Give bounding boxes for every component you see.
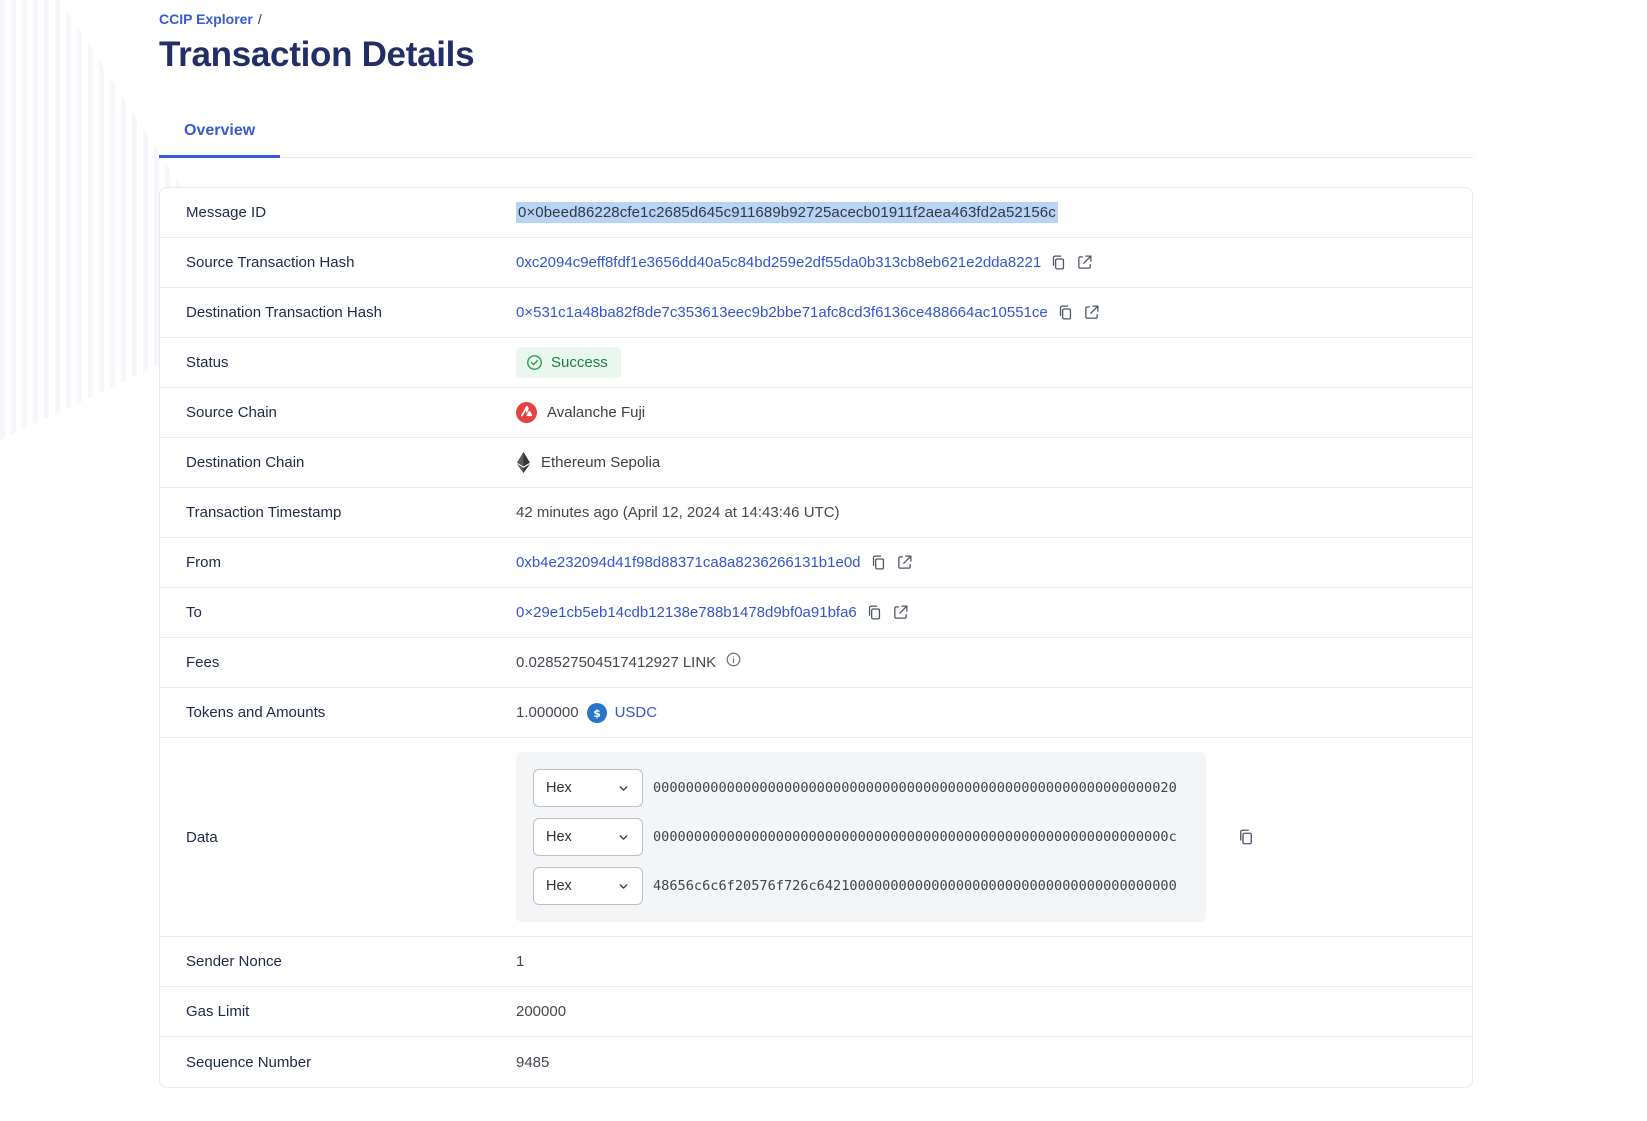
table-row-status: Status Success bbox=[160, 338, 1472, 388]
breadcrumb-ccip-explorer-link[interactable]: CCIP Explorer bbox=[159, 11, 253, 27]
copy-icon[interactable] bbox=[1237, 828, 1255, 846]
table-row-message-id: Message ID 0×0beed86228cfe1c2685d645c911… bbox=[160, 188, 1472, 238]
gas-limit-value: 200000 bbox=[516, 1003, 566, 1020]
row-label: Destination Chain bbox=[186, 454, 516, 471]
table-row-data: Data Hex 0000000000000000000000000000000… bbox=[160, 738, 1472, 937]
external-link-icon[interactable] bbox=[1076, 254, 1093, 271]
status-text: Success bbox=[551, 354, 608, 371]
hex-format-select[interactable]: Hex bbox=[533, 867, 643, 905]
hex-format-select[interactable]: Hex bbox=[533, 818, 643, 856]
chevron-down-icon bbox=[617, 831, 630, 844]
row-label: Data bbox=[186, 829, 516, 846]
token-amount: 1.000000 bbox=[516, 704, 579, 721]
table-row-source-tx-hash: Source Transaction Hash 0xc2094c9eff8fdf… bbox=[160, 238, 1472, 288]
chevron-down-icon bbox=[617, 880, 630, 893]
row-label: Source Chain bbox=[186, 404, 516, 421]
tab-bar: Overview bbox=[159, 122, 1473, 158]
row-label: To bbox=[186, 604, 516, 621]
breadcrumb: CCIP Explorer / bbox=[159, 11, 1473, 27]
hex-format-select-value: Hex bbox=[546, 878, 572, 894]
table-row-source-chain: Source Chain Avalanche Fuji bbox=[160, 388, 1472, 438]
table-row-fees: Fees 0.028527504517412927 LINK bbox=[160, 638, 1472, 688]
info-icon[interactable] bbox=[726, 652, 741, 667]
data-hex-value: 0000000000000000000000000000000000000000… bbox=[653, 829, 1177, 845]
destination-chain-name: Ethereum Sepolia bbox=[541, 454, 660, 471]
data-hex-value: 0000000000000000000000000000000000000000… bbox=[653, 780, 1177, 796]
destination-tx-hash-link[interactable]: 0×531c1a48ba82f8de7c353613eec9b2bbe71afc… bbox=[516, 304, 1048, 321]
row-label: Destination Transaction Hash bbox=[186, 304, 516, 321]
table-row-destination-tx-hash: Destination Transaction Hash 0×531c1a48b… bbox=[160, 288, 1472, 338]
status-badge: Success bbox=[516, 347, 621, 378]
row-label: Sender Nonce bbox=[186, 953, 516, 970]
table-row-tokens-and-amounts: Tokens and Amounts 1.000000 $ USDC bbox=[160, 688, 1472, 738]
copy-icon[interactable] bbox=[1057, 304, 1074, 321]
to-address-link[interactable]: 0×29e1cb5eb14cdb12138e788b1478d9bf0a91bf… bbox=[516, 604, 857, 621]
hex-format-select-value: Hex bbox=[546, 780, 572, 796]
table-row-sender-nonce: Sender Nonce 1 bbox=[160, 937, 1472, 987]
hex-format-select[interactable]: Hex bbox=[533, 769, 643, 807]
data-hex-panel: Hex 000000000000000000000000000000000000… bbox=[516, 752, 1206, 922]
usdc-logo-icon: $ bbox=[587, 703, 607, 723]
table-row-timestamp: Transaction Timestamp 42 minutes ago (Ap… bbox=[160, 488, 1472, 538]
check-circle-icon bbox=[526, 354, 543, 371]
table-row-sequence-number: Sequence Number 9485 bbox=[160, 1037, 1472, 1087]
external-link-icon[interactable] bbox=[892, 604, 909, 621]
transaction-details-table: Message ID 0×0beed86228cfe1c2685d645c911… bbox=[159, 187, 1473, 1088]
table-row-from: From 0xb4e232094d41f98d88371ca8a82362661… bbox=[160, 538, 1472, 588]
data-hex-value: 48656c6c6f20576f726c64210000000000000000… bbox=[653, 878, 1177, 894]
sender-nonce-value: 1 bbox=[516, 953, 524, 970]
data-line: Hex 48656c6c6f20576f726c6421000000000000… bbox=[533, 867, 1189, 905]
data-line: Hex 000000000000000000000000000000000000… bbox=[533, 769, 1189, 807]
row-label: Gas Limit bbox=[186, 1003, 516, 1020]
tab-overview[interactable]: Overview bbox=[159, 122, 280, 158]
usdc-token-link[interactable]: USDC bbox=[615, 704, 658, 721]
table-row-to: To 0×29e1cb5eb14cdb12138e788b1478d9bf0a9… bbox=[160, 588, 1472, 638]
copy-icon[interactable] bbox=[870, 554, 887, 571]
page-container: CCIP Explorer / Transaction Details Overv… bbox=[159, 0, 1473, 1088]
data-line: Hex 000000000000000000000000000000000000… bbox=[533, 818, 1189, 856]
ethereum-logo-icon bbox=[516, 452, 531, 473]
row-label: Status bbox=[186, 354, 516, 371]
message-id-value: 0×0beed86228cfe1c2685d645c911689b92725ac… bbox=[516, 202, 1058, 223]
chevron-down-icon bbox=[617, 782, 630, 795]
from-address-link[interactable]: 0xb4e232094d41f98d88371ca8a8236266131b1e… bbox=[516, 554, 861, 571]
avalanche-logo-icon bbox=[516, 402, 537, 423]
copy-icon[interactable] bbox=[1050, 254, 1067, 271]
row-label: Transaction Timestamp bbox=[186, 504, 516, 521]
svg-text:$: $ bbox=[593, 706, 601, 719]
row-label: Sequence Number bbox=[186, 1054, 516, 1071]
copy-icon[interactable] bbox=[866, 604, 883, 621]
source-tx-hash-link[interactable]: 0xc2094c9eff8fdf1e3656dd40a5c84bd259e2df… bbox=[516, 254, 1041, 271]
row-label: From bbox=[186, 554, 516, 571]
row-label: Message ID bbox=[186, 204, 516, 221]
breadcrumb-separator: / bbox=[258, 11, 262, 27]
row-label: Fees bbox=[186, 654, 516, 671]
row-label: Source Transaction Hash bbox=[186, 254, 516, 271]
fees-value: 0.028527504517412927 LINK bbox=[516, 654, 716, 671]
sequence-number-value: 9485 bbox=[516, 1054, 549, 1071]
table-row-gas-limit: Gas Limit 200000 bbox=[160, 987, 1472, 1037]
row-label: Tokens and Amounts bbox=[186, 704, 516, 721]
source-chain-name: Avalanche Fuji bbox=[547, 404, 645, 421]
table-row-destination-chain: Destination Chain Ethereum Sepolia bbox=[160, 438, 1472, 488]
external-link-icon[interactable] bbox=[896, 554, 913, 571]
hex-format-select-value: Hex bbox=[546, 829, 572, 845]
external-link-icon[interactable] bbox=[1083, 304, 1100, 321]
page-title: Transaction Details bbox=[159, 35, 1473, 75]
timestamp-value: 42 minutes ago (April 12, 2024 at 14:43:… bbox=[516, 504, 840, 521]
